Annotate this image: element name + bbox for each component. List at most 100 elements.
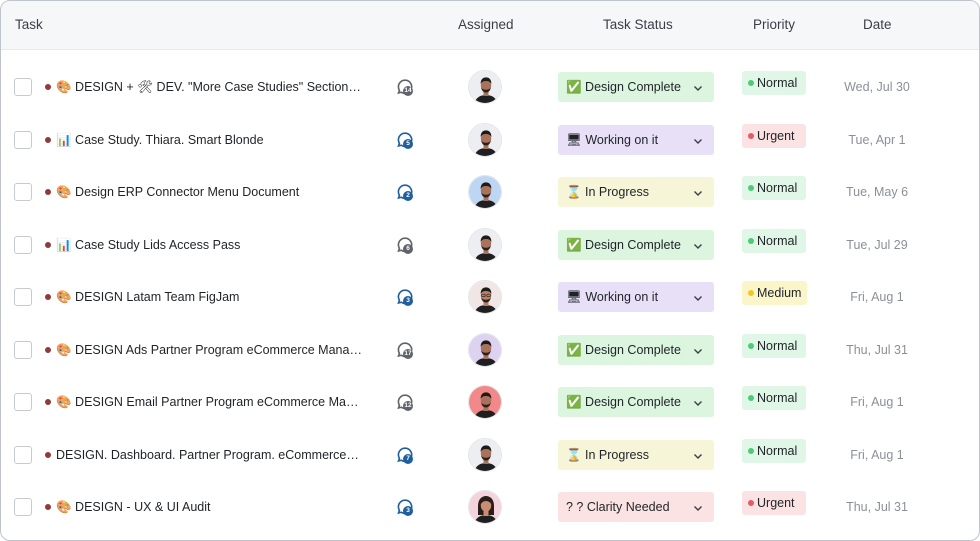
priority-badge[interactable]: Normal bbox=[742, 228, 806, 253]
task-status-dropdown[interactable]: ⌛ In Progress bbox=[558, 439, 714, 470]
task-name[interactable]: 🎨 DESIGN + 🛠 DEV. "More Case Studies" Se… bbox=[56, 78, 362, 96]
row-checkbox[interactable] bbox=[14, 288, 32, 306]
due-date[interactable]: Tue, Jul 29 bbox=[827, 238, 927, 252]
comments-icon[interactable]: 17 bbox=[395, 340, 415, 360]
column-header-date[interactable]: Date bbox=[863, 17, 892, 32]
row-checkbox[interactable] bbox=[14, 340, 32, 359]
priority-label: Urgent bbox=[757, 496, 795, 510]
comments-icon[interactable]: 3 bbox=[395, 497, 415, 517]
assignee-avatar[interactable] bbox=[468, 280, 502, 314]
due-date[interactable]: Tue, Apr 1 bbox=[827, 133, 927, 147]
task-status-label: ? ? Clarity Needed bbox=[566, 500, 670, 514]
row-checkbox[interactable] bbox=[14, 130, 32, 149]
priority-label: Normal bbox=[757, 181, 798, 195]
task-status-dot bbox=[45, 294, 51, 300]
task-status-dropdown[interactable]: ✅ Design Complete bbox=[558, 229, 714, 260]
priority-badge[interactable]: Normal bbox=[742, 71, 806, 95]
priority-badge[interactable]: Normal bbox=[742, 386, 806, 410]
assignee-avatar[interactable] bbox=[468, 385, 502, 419]
priority-dot bbox=[748, 132, 754, 139]
assignee-avatar[interactable] bbox=[468, 70, 502, 104]
comments-count: 7 bbox=[403, 453, 413, 464]
chevron-down-icon bbox=[692, 449, 704, 461]
priority-badge[interactable]: Medium bbox=[742, 281, 807, 305]
table-row: 🎨 DESIGN Ads Partner Program eCommerce M… bbox=[1, 324, 979, 376]
priority-dot bbox=[748, 80, 754, 86]
assignee-avatar[interactable] bbox=[468, 227, 502, 262]
priority-dot bbox=[748, 395, 754, 401]
table-row: 🎨 DESIGN + 🛠 DEV. "More Case Studies" Se… bbox=[1, 61, 979, 113]
comments-icon[interactable]: 6 bbox=[395, 235, 415, 255]
task-name[interactable]: DESIGN. Dashboard. Partner Program. eCom… bbox=[56, 446, 362, 464]
chevron-down-icon bbox=[692, 291, 704, 303]
assignee-avatar[interactable] bbox=[468, 175, 502, 209]
priority-dot bbox=[748, 290, 754, 296]
task-status-dropdown[interactable]: ⌛ In Progress bbox=[558, 177, 714, 207]
comments-icon[interactable]: 14 bbox=[395, 77, 415, 97]
task-status-dropdown[interactable]: 🖥 Working on it bbox=[558, 282, 714, 312]
task-name[interactable]: 🎨 Design ERP Connector Menu Document bbox=[56, 183, 362, 201]
task-status-dot bbox=[45, 241, 51, 248]
table-row: 🎨 DESIGN Latam Team FigJam 3 🖥 Working on … bbox=[1, 271, 979, 323]
task-name[interactable]: 🎨 DESIGN Email Partner Program eCommerce… bbox=[56, 393, 362, 411]
task-status-dot bbox=[45, 504, 51, 510]
priority-label: Urgent bbox=[757, 128, 795, 143]
table-row: 📊 Case Study Lids Access Pass 6 ✅ Design C… bbox=[1, 219, 979, 271]
due-date[interactable]: Thu, Jul 31 bbox=[827, 343, 927, 357]
comments-icon[interactable]: 5 bbox=[395, 130, 415, 150]
comments-icon[interactable]: 12 bbox=[395, 392, 415, 412]
task-status-dropdown[interactable]: ? ? Clarity Needed bbox=[558, 492, 714, 522]
assignee-avatar[interactable] bbox=[468, 437, 502, 472]
task-status-dot bbox=[45, 399, 51, 405]
priority-dot bbox=[748, 342, 754, 349]
assignee-avatar[interactable] bbox=[468, 122, 502, 157]
task-name[interactable]: 🎨 DESIGN Latam Team FigJam bbox=[56, 288, 362, 306]
column-header-task-status[interactable]: Task Status bbox=[603, 17, 673, 32]
column-header-priority[interactable]: Priority bbox=[753, 17, 795, 32]
comments-icon[interactable]: 2 bbox=[395, 182, 415, 202]
comments-icon[interactable]: 3 bbox=[395, 287, 415, 307]
task-status-dropdown[interactable]: ✅ Design Complete bbox=[558, 72, 714, 102]
assignee-avatar[interactable] bbox=[468, 332, 502, 367]
row-checkbox[interactable] bbox=[14, 183, 32, 201]
due-date[interactable]: Thu, Jul 31 bbox=[827, 500, 927, 514]
priority-badge[interactable]: Normal bbox=[742, 176, 806, 200]
assignee-avatar[interactable] bbox=[468, 490, 502, 524]
task-name[interactable]: 📊 Case Study. Thiara. Smart Blonde bbox=[56, 131, 362, 149]
task-status-dropdown[interactable]: 🖥 Working on it bbox=[558, 124, 714, 155]
column-header-assigned[interactable]: Assigned bbox=[458, 17, 514, 32]
due-date[interactable]: Tue, May 6 bbox=[827, 185, 927, 199]
row-checkbox[interactable] bbox=[14, 498, 32, 516]
row-checkbox[interactable] bbox=[14, 393, 32, 411]
due-date[interactable]: Wed, Jul 30 bbox=[827, 80, 927, 94]
table-row: 🎨 Design ERP Connector Menu Document 2 ⌛ I… bbox=[1, 166, 979, 218]
row-checkbox[interactable] bbox=[14, 445, 32, 464]
task-name[interactable]: 🎨 DESIGN Ads Partner Program eCommerce M… bbox=[56, 341, 362, 359]
due-date[interactable]: Fri, Aug 1 bbox=[827, 395, 927, 409]
due-date[interactable]: Fri, Aug 1 bbox=[827, 290, 927, 304]
comments-icon[interactable]: 7 bbox=[395, 445, 415, 465]
task-name[interactable]: 🎨 DESIGN - UX & UI Audit bbox=[56, 498, 362, 516]
priority-badge[interactable]: Urgent bbox=[742, 123, 806, 148]
priority-badge[interactable]: Normal bbox=[742, 438, 806, 463]
comments-count: 2 bbox=[403, 191, 413, 201]
priority-label: Normal bbox=[757, 233, 798, 248]
priority-label: Normal bbox=[757, 76, 798, 90]
due-date[interactable]: Fri, Aug 1 bbox=[827, 448, 927, 462]
column-header-task[interactable]: Task bbox=[15, 17, 43, 32]
priority-label: Normal bbox=[757, 338, 798, 353]
task-status-dropdown[interactable]: ✅ Design Complete bbox=[558, 334, 714, 365]
task-status-dropdown[interactable]: ✅ Design Complete bbox=[558, 387, 714, 417]
task-name[interactable]: 📊 Case Study Lids Access Pass bbox=[56, 236, 362, 254]
chevron-down-icon bbox=[692, 501, 704, 513]
priority-badge[interactable]: Urgent bbox=[742, 491, 806, 515]
task-status-label: ✅ Design Complete bbox=[566, 80, 681, 94]
task-status-label: ⌛ In Progress bbox=[566, 447, 649, 462]
row-checkbox[interactable] bbox=[14, 78, 32, 96]
comments-count: 6 bbox=[403, 243, 413, 254]
task-status-label: ✅ Design Complete bbox=[566, 395, 681, 409]
task-status-dot bbox=[45, 189, 51, 195]
task-status-dot bbox=[45, 346, 51, 353]
priority-badge[interactable]: Normal bbox=[742, 333, 806, 358]
row-checkbox[interactable] bbox=[14, 235, 32, 254]
